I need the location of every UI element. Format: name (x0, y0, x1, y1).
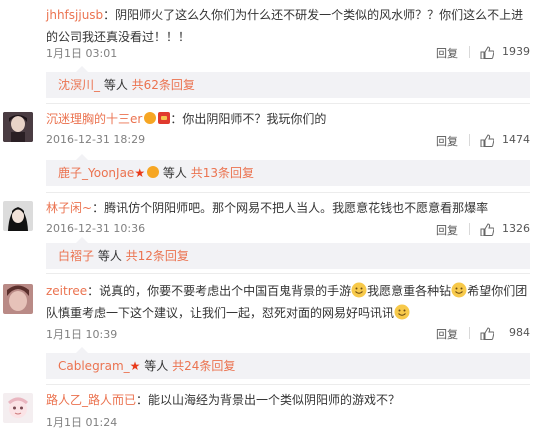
fire-star-icon: ★ (134, 166, 146, 180)
comment-meta: 2016-12-31 18:29 回复 1474 (46, 133, 530, 151)
comment-text: 沉迷理胸的十三er ：你出阴阳师不？我玩你们的 (46, 108, 530, 130)
comment-body: ：阴阳师火了这么久你们为什么还不研发一个类似的风水师？？你们这么不上进的公司我还… (46, 8, 524, 44)
sub-reply-user[interactable]: Cablegram_ (58, 359, 130, 373)
divider (469, 223, 470, 235)
comment-text: jhhfsjjusb：阴阳师火了这么久你们为什么还不研发一个类似的风水师？？你们… (46, 4, 530, 48)
comment-text: 路人乙_路人而已：能以山海经为背景出一个类似阴阳师的游戏不？ (46, 389, 530, 411)
comment-username[interactable]: 林子闲~ (46, 201, 92, 215)
comment-time: 1月1日 01:24 (46, 416, 118, 429)
like-button[interactable]: 1939 (480, 45, 530, 59)
thumb-up-icon (480, 134, 494, 147)
divider (469, 327, 470, 339)
reply-button[interactable]: 回复 (436, 222, 458, 238)
comment-body: ：腾讯仿个阴阳师吧。那个网易不把人当人。我愿意花钱也不愿意看那爆率 (92, 201, 489, 215)
reply-button[interactable]: 回复 (436, 133, 458, 149)
avatar[interactable] (3, 8, 33, 38)
sub-reply-count[interactable]: 共13条回复 (191, 166, 254, 180)
reply-button[interactable]: 回复 (436, 45, 458, 61)
sub-replies[interactable]: 鹿子_YoonJae★ 等人 共13条回复 (46, 154, 530, 186)
avatar[interactable] (3, 284, 33, 314)
thumb-up-icon (480, 46, 494, 59)
sub-reply-user[interactable]: 鹿子_YoonJae (58, 166, 134, 180)
avatar[interactable] (3, 201, 33, 231)
like-count: 1326 (502, 222, 530, 235)
thumb-up-icon (480, 327, 494, 340)
smile-emoji-icon (351, 282, 367, 298)
comment-time: 1月1日 10:39 (46, 328, 118, 341)
vip-badge-icon (147, 166, 160, 178)
comment-username[interactable]: 沉迷理胸的十三er (46, 112, 142, 126)
comment-time: 2016-12-31 18:29 (46, 133, 146, 146)
divider (46, 192, 530, 193)
comment-username[interactable]: 路人乙_路人而已 (46, 393, 136, 407)
sub-replies[interactable]: 白褶子 等人 共12条回复 (46, 237, 530, 269)
thumb-up-icon (480, 223, 494, 236)
comment-body: ：你出阴阳师不？我玩你们的 (170, 112, 327, 126)
reply-button[interactable]: 回复 (436, 326, 458, 342)
fire-star-icon: ★ (129, 359, 141, 373)
comment-meta: 1月1日 01:24 (46, 414, 530, 432)
comment-username[interactable]: jhhfsjjusb (46, 8, 103, 22)
like-button[interactable]: 984 (480, 326, 530, 340)
comment-meta: 2016-12-31 10:36 回复 1326 (46, 222, 530, 240)
red-envelope-icon (158, 112, 171, 124)
comment-time: 2016-12-31 10:36 (46, 222, 146, 235)
comment-body: ：能以山海经为背景出一个类似阴阳师的游戏不？ (136, 393, 401, 407)
divider (46, 273, 530, 274)
like-button[interactable]: 1474 (480, 133, 530, 147)
like-count: 984 (509, 326, 530, 339)
sub-reply-mid: 等人 (100, 78, 132, 92)
divider (469, 134, 470, 146)
sub-reply-user[interactable]: 沈溟川_ (58, 78, 100, 92)
smile-emoji-icon (451, 282, 467, 298)
vip-badge-icon (144, 112, 157, 124)
sub-replies[interactable]: 沈溟川_ 等人 共62条回复 (46, 66, 530, 98)
smile-emoji-icon (394, 304, 410, 320)
comment-body: ：说真的，你要不要考虑出个中国百鬼背景的手游 (87, 284, 352, 298)
comment-time: 1月1日 03:01 (46, 47, 118, 60)
sub-reply-mid: 等人 (140, 359, 173, 373)
divider (469, 46, 470, 58)
sub-reply-count[interactable]: 共62条回复 (132, 78, 195, 92)
comment-text: zeitree：说真的，你要不要考虑出个中国百鬼背景的手游 我愿意重各种钻 希望你们… (46, 280, 530, 324)
comment-body: 我愿意重各种钻 (367, 284, 452, 298)
sub-reply-count[interactable]: 共24条回复 (172, 359, 235, 373)
like-button[interactable]: 1326 (480, 222, 530, 236)
comment-text: 林子闲~：腾讯仿个阴阳师吧。那个网易不把人当人。我愿意花钱也不愿意看那爆率 (46, 197, 530, 219)
like-count: 1939 (502, 45, 530, 58)
divider (46, 384, 530, 385)
sub-replies[interactable]: Cablegram_★ 等人 共24条回复 (46, 347, 530, 379)
comment-meta: 1月1日 03:01 回复 1939 (46, 45, 530, 63)
avatar[interactable] (3, 112, 33, 142)
avatar[interactable] (3, 393, 33, 423)
like-count: 1474 (502, 133, 530, 146)
comment-meta: 1月1日 10:39 回复 984 (46, 326, 530, 344)
sub-reply-count[interactable]: 共12条回复 (126, 249, 189, 263)
comment-username[interactable]: zeitree (46, 284, 87, 298)
sub-reply-mid: 等人 (159, 166, 191, 180)
sub-reply-user[interactable]: 白褶子 (58, 249, 94, 263)
sub-reply-mid: 等人 (94, 249, 126, 263)
divider (46, 103, 530, 104)
